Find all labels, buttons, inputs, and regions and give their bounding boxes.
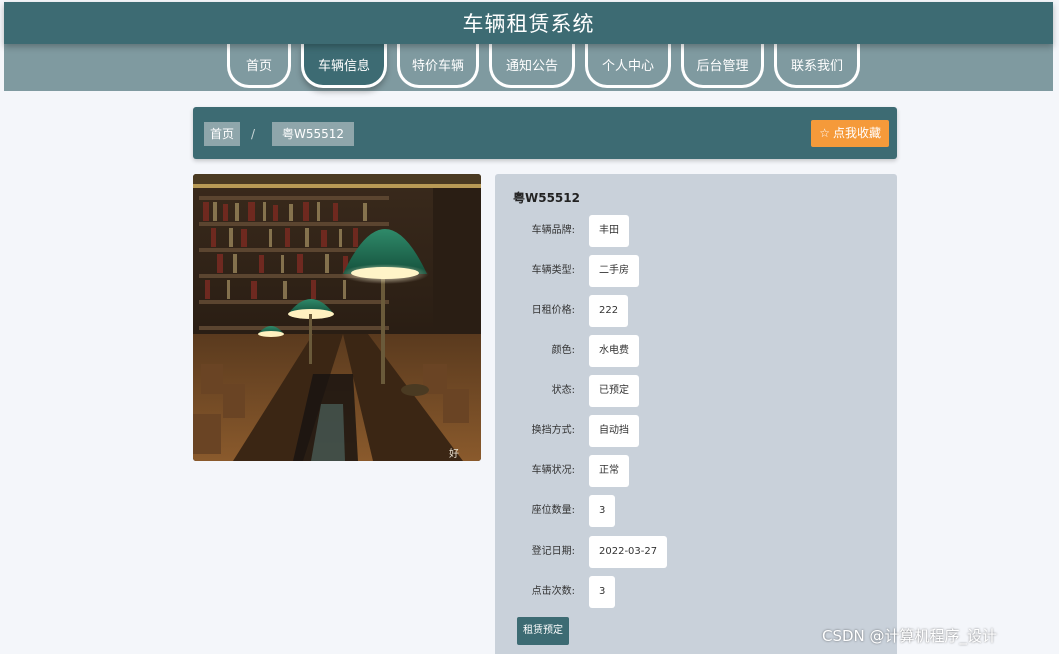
main-nav: 首页 车辆信息 特价车辆 通知公告 个人中心 后台管理 联系我们 xyxy=(4,44,1053,91)
field-value: 水电费 xyxy=(589,335,639,367)
nav-item-announcements[interactable]: 通知公告 xyxy=(489,44,575,88)
field-row-seats: 座位数量: 3 xyxy=(495,495,897,527)
field-label: 车辆类型: xyxy=(531,265,575,276)
field-value: 正常 xyxy=(589,455,629,487)
nav-item-special-vehicles[interactable]: 特价车辆 xyxy=(397,44,479,88)
nav-item-contact[interactable]: 联系我们 xyxy=(774,44,860,88)
site-title: 车辆租赁系统 xyxy=(462,12,595,36)
field-label: 点击次数: xyxy=(531,586,575,597)
breadcrumb-home-link[interactable]: 首页 xyxy=(204,122,241,146)
field-value: 已预定 xyxy=(589,375,639,407)
watermark: CSDN @计算机程序_设计 xyxy=(822,627,998,645)
field-value: 3 xyxy=(589,495,616,527)
field-row-transmission: 换挡方式: 自动挡 xyxy=(495,415,897,447)
field-label: 座位数量: xyxy=(531,505,575,516)
field-label: 登记日期: xyxy=(531,546,575,557)
field-value: 二手房 xyxy=(589,255,639,287)
field-value: 2022-03-27 xyxy=(589,536,668,568)
nav-item-vehicle-info[interactable]: 车辆信息 xyxy=(301,44,387,88)
field-row-register-date: 登记日期: 2022-03-27 xyxy=(495,536,897,568)
field-label: 日租价格: xyxy=(531,305,575,316)
field-value: 3 xyxy=(589,576,616,608)
breadcrumb-separator: / xyxy=(251,127,256,141)
field-row-condition: 车辆状况: 正常 xyxy=(495,455,897,487)
nav-item-personal-center[interactable]: 个人中心 xyxy=(585,44,671,88)
nav-item-admin[interactable]: 后台管理 xyxy=(681,44,764,88)
star-outline-icon: ☆ xyxy=(819,126,830,140)
favorite-button[interactable]: ☆ 点我收藏 xyxy=(811,120,889,147)
image-corner-text: 好 xyxy=(449,448,459,460)
field-value: 丰田 xyxy=(589,215,629,247)
vehicle-plate-title: 粤W55512 xyxy=(513,191,580,205)
field-label: 颜色: xyxy=(551,345,575,356)
site-header: 车辆租赁系统 xyxy=(4,2,1053,44)
field-row-brand: 车辆品牌: 丰田 xyxy=(495,215,897,247)
field-row-daily-price: 日租价格: 222 xyxy=(495,295,897,327)
field-value: 222 xyxy=(589,295,629,327)
field-row-type: 车辆类型: 二手房 xyxy=(495,255,897,287)
field-label: 车辆品牌: xyxy=(531,225,575,236)
vehicle-image: 好 xyxy=(193,174,481,461)
field-label: 状态: xyxy=(551,385,575,396)
nav-items: 首页 车辆信息 特价车辆 通知公告 个人中心 后台管理 联系我们 xyxy=(227,44,860,91)
field-row-click-count: 点击次数: 3 xyxy=(495,576,897,608)
favorite-button-label: 点我收藏 xyxy=(832,126,881,140)
field-label: 换挡方式: xyxy=(531,425,575,436)
breadcrumb-current: 粤W55512 xyxy=(272,122,355,146)
nav-item-home[interactable]: 首页 xyxy=(227,44,291,88)
field-value: 自动挡 xyxy=(589,415,639,447)
field-row-status: 状态: 已预定 xyxy=(495,375,897,407)
field-row-color: 颜色: 水电费 xyxy=(495,335,897,367)
field-label: 车辆状况: xyxy=(531,465,575,476)
vehicle-detail-panel: 粤W55512 车辆品牌: 丰田 车辆类型: 二手房 日租价格: 222 颜色:… xyxy=(495,174,897,654)
rent-reserve-button[interactable]: 租赁预定 xyxy=(517,617,569,645)
breadcrumb: 首页 / 粤W55512 ☆ 点我收藏 xyxy=(193,107,897,159)
